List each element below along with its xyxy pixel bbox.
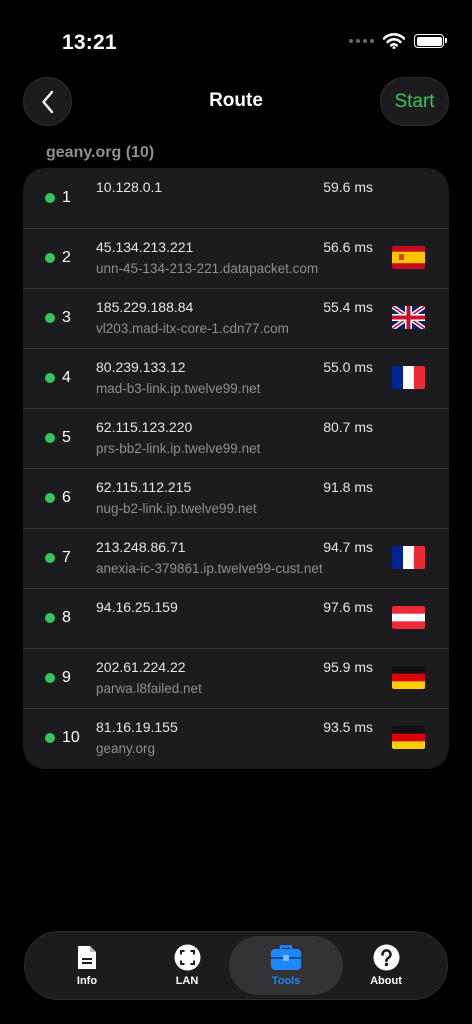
hop-row[interactable]: 6 62.115.112.215 nug-b2-link.ip.twelve99.n…: [23, 468, 449, 528]
route-list: 1 10.128.0.1 59.6 ms 2 45.134.213.221 unn-45-…: [23, 168, 449, 769]
hop-hostname: nug-b2-link.ip.twelve99.net: [96, 501, 257, 516]
battery-icon: [414, 34, 447, 48]
hop-index: 3: [62, 309, 71, 326]
status-dot: [45, 313, 55, 323]
hop-index: 9: [62, 669, 71, 686]
status-dot: [45, 733, 55, 743]
hop-ip: 185.229.188.84: [96, 299, 194, 315]
hop-latency: 55.0 ms: [323, 359, 373, 375]
status-dot: [45, 493, 55, 503]
status-dot: [45, 373, 55, 383]
tab-lan[interactable]: LAN: [137, 932, 237, 999]
hop-row[interactable]: 7 213.248.86.71 anexia-ic-379861.ip.twelve…: [23, 528, 449, 588]
tab-bar: Info LAN Tools About: [24, 931, 448, 1000]
status-dot: [45, 433, 55, 443]
hop-index: 8: [62, 609, 71, 626]
tab-about[interactable]: About: [335, 932, 437, 999]
hop-latency: 91.8 ms: [323, 479, 373, 495]
hop-latency: 97.6 ms: [323, 599, 373, 615]
hop-index: 6: [62, 489, 71, 506]
status-dot: [45, 613, 55, 623]
status-dot: [45, 553, 55, 563]
status-indicators: [349, 33, 447, 49]
hop-row[interactable]: 8 94.16.25.159 97.6 ms: [23, 588, 449, 648]
hop-latency: 80.7 ms: [323, 419, 373, 435]
document-icon: [78, 946, 96, 969]
wifi-icon: [383, 33, 405, 49]
hop-ip: 81.16.19.155: [96, 719, 178, 735]
france-flag-icon: [392, 366, 425, 389]
start-button[interactable]: Start: [380, 77, 449, 126]
hop-index: 4: [62, 369, 71, 386]
hop-row[interactable]: 1 10.128.0.1 59.6 ms: [23, 168, 449, 228]
austria-flag-icon: [392, 606, 425, 629]
hop-index: 1: [62, 189, 71, 206]
hop-row[interactable]: 5 62.115.123.220 prs-bb2-link.ip.twelve99.…: [23, 408, 449, 468]
hop-ip: 62.115.123.220: [96, 419, 193, 435]
hop-row[interactable]: 4 80.239.133.12 mad-b3-link.ip.twelve99.ne…: [23, 348, 449, 408]
status-dot: [45, 193, 55, 203]
tab-label: LAN: [175, 975, 199, 987]
hop-hostname: anexia-ic-379861.ip.twelve99-cust.net: [96, 561, 323, 576]
hop-index: 10: [62, 729, 80, 746]
scan-icon: [174, 944, 200, 971]
toolbox-icon: [271, 945, 301, 970]
hop-latency: 59.6 ms: [323, 179, 373, 195]
hop-hostname: unn-45-134-213-221.datapacket.com: [96, 261, 319, 276]
tab-label: Tools: [271, 975, 301, 987]
france-flag-icon: [392, 546, 425, 569]
hop-ip: 80.239.133.12: [96, 359, 186, 375]
hop-ip: 10.128.0.1: [96, 179, 163, 195]
hop-index: 7: [62, 549, 71, 566]
spain-flag-icon: [392, 246, 425, 269]
status-dot: [45, 253, 55, 263]
hop-ip: 45.134.213.221: [96, 239, 194, 255]
hop-latency: 93.5 ms: [323, 719, 373, 735]
question-icon: [373, 944, 399, 971]
hop-hostname: geany.org: [96, 741, 156, 756]
hop-row[interactable]: 10 81.16.19.155 geany.org 93.5 ms: [23, 708, 449, 768]
status-time: 13:21: [62, 31, 117, 54]
hop-latency: 56.6 ms: [323, 239, 373, 255]
hop-latency: 55.4 ms: [323, 299, 373, 315]
hop-index: 2: [62, 249, 71, 266]
tab-tools[interactable]: Tools: [229, 936, 343, 995]
hop-ip: 213.248.86.71: [96, 539, 186, 555]
status-dot: [45, 673, 55, 683]
hop-hostname: mad-b3-link.ip.twelve99.net: [96, 381, 261, 396]
uk-flag-icon: [392, 306, 425, 329]
hop-latency: 94.7 ms: [323, 539, 373, 555]
signal-dots-icon: [349, 39, 374, 43]
hop-ip: 202.61.224.22: [96, 659, 186, 675]
hop-row[interactable]: 9 202.61.224.22 parwa.l8failed.net 95.9 ms: [23, 648, 449, 708]
hop-ip: 94.16.25.159: [96, 599, 178, 615]
hop-hostname: prs-bb2-link.ip.twelve99.net: [96, 441, 261, 456]
tab-label: About: [370, 975, 402, 987]
tab-label: Info: [76, 975, 98, 987]
hop-hostname: vl203.mad-itx-core-1.cdn77.com: [96, 321, 289, 336]
hop-ip: 62.115.112.215: [96, 479, 192, 495]
hop-hostname: parwa.l8failed.net: [96, 681, 202, 696]
germany-flag-icon: [392, 666, 425, 689]
section-title: geany.org (10): [46, 144, 155, 161]
hop-latency: 95.9 ms: [323, 659, 373, 675]
hop-row[interactable]: 3 185.229.188.84 vl203.mad-itx-core-1.cdn7…: [23, 288, 449, 348]
germany-flag-icon: [392, 726, 425, 749]
hop-index: 5: [62, 429, 71, 446]
hop-row[interactable]: 2 45.134.213.221 unn-45-134-213-221.datapa…: [23, 228, 449, 288]
tab-info[interactable]: Info: [37, 932, 137, 999]
